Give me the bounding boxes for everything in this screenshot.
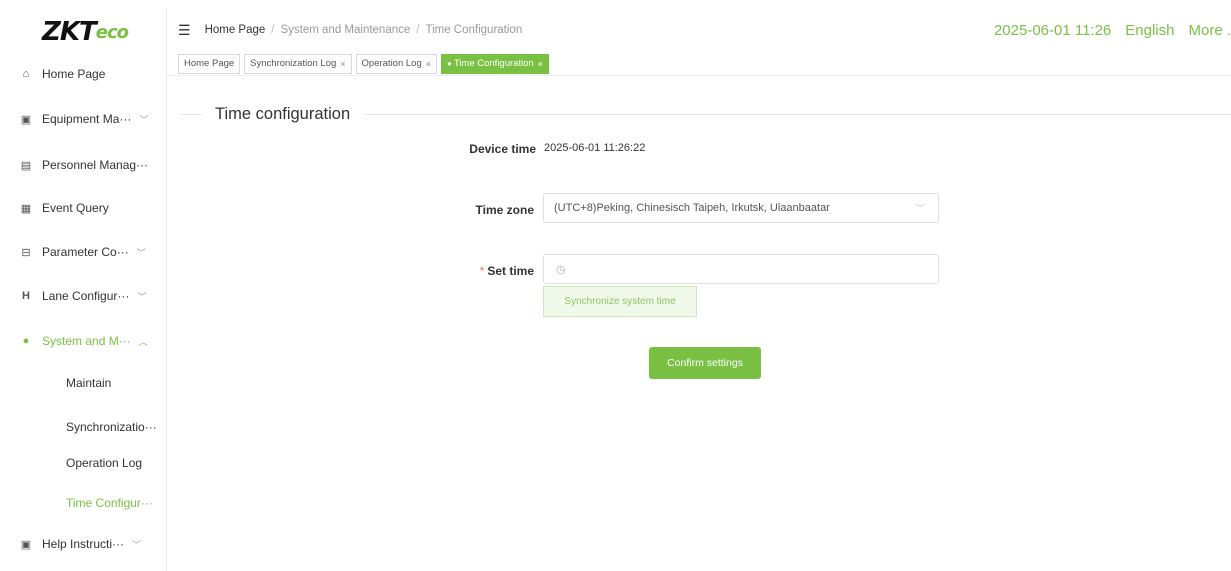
sidebar-item-parameter[interactable]: ⊟ Parameter Co··· ﹀ bbox=[4, 242, 166, 262]
device-time-label: Device time bbox=[469, 142, 536, 156]
parameter-icon: ⊟ bbox=[21, 246, 31, 259]
chevron-down-icon: ﹀ bbox=[139, 114, 149, 125]
divider bbox=[180, 113, 202, 115]
sidebar: ZKT eco ⌂ Home Page ▣ Equipment Ma··· ﹀ ▤… bbox=[4, 8, 167, 571]
tabs-bar: Home Page Synchronization Log × Operatio… bbox=[166, 52, 1231, 76]
device-icon: ▣ bbox=[20, 113, 32, 126]
system-icon: ● bbox=[22, 335, 30, 347]
tab-operation-log[interactable]: Operation Log × bbox=[355, 53, 438, 74]
section-header: Time configuration bbox=[180, 104, 1231, 124]
sidebar-item-event-query[interactable]: ▦ Event Query bbox=[4, 198, 166, 218]
sidebar-subitem-synchronization[interactable]: Synchronizatio··· bbox=[4, 417, 166, 437]
time-zone-label: Time zone bbox=[475, 203, 534, 217]
divider bbox=[364, 113, 1231, 115]
chevron-down-icon: ﹀ bbox=[916, 203, 924, 213]
device-time-value: 2025-06-01 11:26:22 bbox=[544, 142, 646, 154]
sidebar-subitem-operation-log[interactable]: Operation Log bbox=[4, 453, 166, 473]
event-icon: ▦ bbox=[20, 202, 32, 215]
breadcrumb-separator: / bbox=[271, 24, 275, 36]
menu-fold-icon[interactable]: ☰ bbox=[178, 22, 191, 39]
sidebar-item-system-maintenance[interactable]: ● System and M··· ︿ bbox=[4, 331, 166, 351]
home-icon: ⌂ bbox=[22, 68, 30, 80]
sidebar-subitem-maintain[interactable]: Maintain bbox=[4, 373, 166, 393]
confirm-settings-button[interactable]: Confirm settings bbox=[649, 347, 761, 379]
person-card-icon: ▤ bbox=[20, 159, 32, 172]
sidebar-item-personnel[interactable]: ▤ Personnel Manag··· bbox=[4, 155, 166, 175]
close-icon[interactable]: × bbox=[340, 59, 345, 69]
close-icon[interactable]: × bbox=[426, 59, 431, 69]
set-time-label: * Set time bbox=[479, 264, 534, 278]
breadcrumb-current: Time Configuration bbox=[425, 24, 523, 36]
chevron-down-icon: ﹀ bbox=[137, 291, 147, 302]
tab-synchronization-log[interactable]: Synchronization Log × bbox=[244, 53, 352, 74]
chevron-down-icon: ﹀ bbox=[136, 247, 146, 258]
lane-icon: H bbox=[22, 290, 30, 302]
breadcrumb: Home Page / System and Maintenance / Tim… bbox=[205, 24, 523, 36]
time-zone-select[interactable]: (UTC+8)Peking, Chinesisch Taipeh, Irkuts… bbox=[543, 193, 939, 223]
zkteco-logo: ZKT eco bbox=[42, 17, 129, 47]
clock-icon: ◷ bbox=[556, 263, 566, 276]
close-icon[interactable]: × bbox=[538, 59, 543, 69]
tab-time-configuration[interactable]: ● Time Configuration × bbox=[441, 53, 550, 74]
sidebar-item-home-page[interactable]: ⌂ Home Page bbox=[4, 64, 166, 84]
active-dot-icon: ● bbox=[447, 59, 452, 68]
help-icon: ▣ bbox=[20, 538, 32, 551]
set-time-input[interactable]: ◷ bbox=[543, 254, 939, 284]
chevron-up-icon: ︿ bbox=[138, 336, 148, 347]
sidebar-item-lane[interactable]: H Lane Configur··· ﹀ bbox=[4, 286, 166, 306]
time-zone-value: (UTC+8)Peking, Chinesisch Taipeh, Irkuts… bbox=[554, 202, 830, 214]
sidebar-subitem-time-configuration[interactable]: Time Configur··· bbox=[4, 493, 166, 513]
required-asterisk: * bbox=[479, 264, 485, 278]
tab-home-page[interactable]: Home Page bbox=[178, 53, 241, 74]
synchronize-system-time-button[interactable]: Synchronize system time bbox=[543, 286, 697, 317]
chevron-down-icon: ﹀ bbox=[132, 539, 142, 550]
header-right: 2025-06-01 11:26 English More . bbox=[980, 8, 1231, 52]
header: ☰ Home Page / System and Maintenance / T… bbox=[166, 8, 1231, 52]
page-title: Time configuration bbox=[215, 104, 351, 123]
sidebar-item-equipment[interactable]: ▣ Equipment Ma··· ﹀ bbox=[4, 109, 166, 129]
breadcrumb-system[interactable]: System and Maintenance bbox=[281, 24, 411, 36]
sidebar-item-help[interactable]: ▣ Help Instructi··· ﹀ bbox=[4, 534, 166, 554]
breadcrumb-separator: / bbox=[416, 24, 420, 36]
breadcrumb-home[interactable]: Home Page bbox=[205, 24, 266, 36]
header-datetime: 2025-06-01 11:26 bbox=[993, 21, 1112, 39]
language-selector[interactable]: English bbox=[1125, 22, 1174, 39]
more-menu[interactable]: More . bbox=[1188, 22, 1231, 39]
